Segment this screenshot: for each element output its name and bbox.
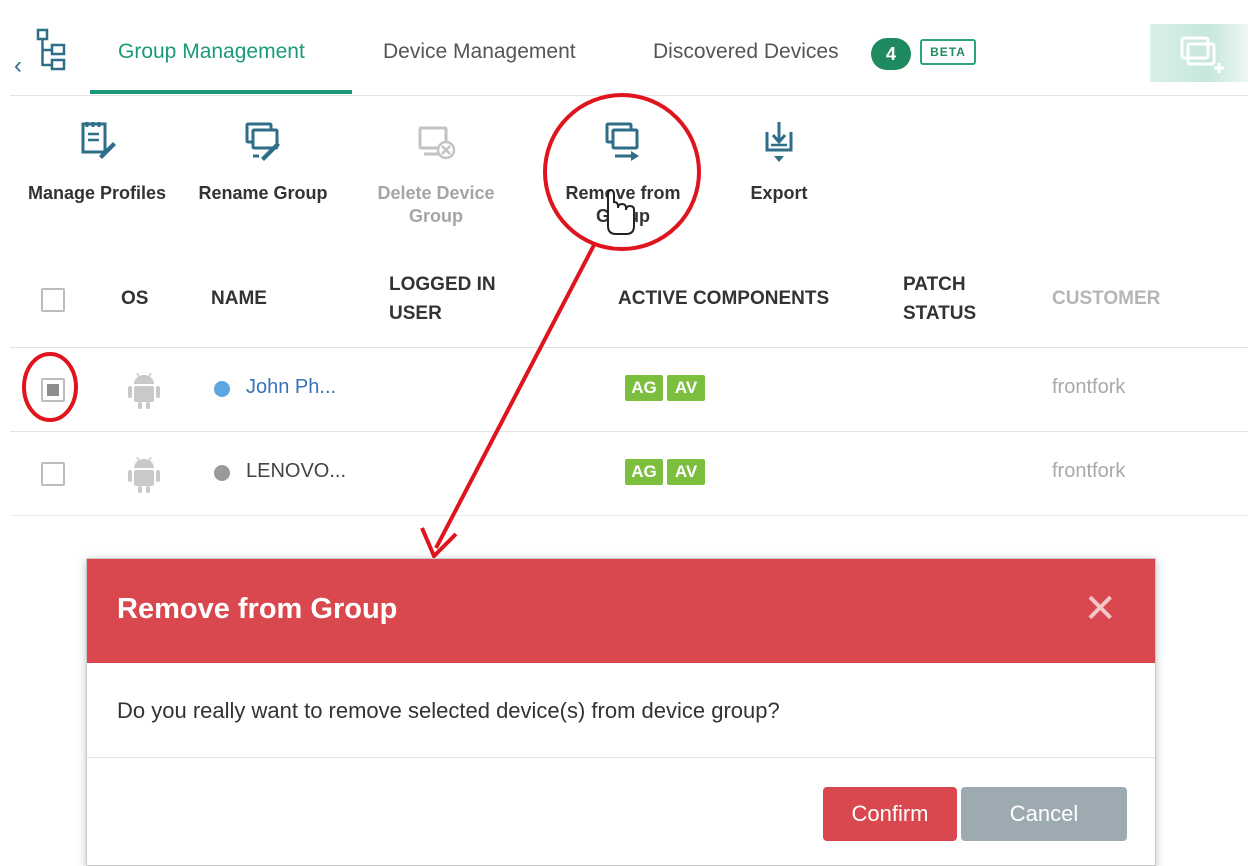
dialog-divider <box>87 757 1155 758</box>
row-checkbox[interactable] <box>41 462 65 486</box>
add-device-icon <box>1180 36 1224 73</box>
remove-from-group-label-line2: Group <box>596 206 650 226</box>
column-logged-in-user-line2: USER <box>389 303 442 324</box>
delete-group-icon <box>418 126 456 160</box>
discovered-count-badge: 4 <box>871 38 911 70</box>
rename-group-label: Rename Group <box>198 183 328 203</box>
add-device-button[interactable] <box>1150 24 1248 82</box>
tab-discovered-devices[interactable]: Discovered Devices <box>653 40 839 64</box>
column-os[interactable]: OS <box>121 284 148 313</box>
android-os-icon <box>128 456 160 493</box>
export-label: Export <box>750 183 808 203</box>
customer-value: frontfork <box>1052 460 1126 482</box>
device-name-link[interactable]: John Ph... <box>246 376 336 399</box>
status-dot-online <box>214 381 230 397</box>
export-icon <box>765 122 793 162</box>
column-logged-in-user[interactable]: LOGGED IN USER <box>389 270 496 328</box>
export-button[interactable]: Export <box>738 118 820 205</box>
column-patch-status-line2: STATUS <box>903 303 977 324</box>
screenshot-torn-edge <box>0 508 1248 548</box>
tab-bar: ‹ Group Management Device Management Dis… <box>10 10 1248 96</box>
row-checkbox[interactable] <box>41 378 65 402</box>
confirm-button[interactable]: Confirm <box>823 787 957 841</box>
delete-device-group-label-line2: Group <box>409 206 463 226</box>
customer-value: frontfork <box>1052 376 1126 398</box>
active-tab-indicator <box>90 90 352 94</box>
column-active-components[interactable]: ACTIVE COMPONENTS <box>618 284 829 313</box>
back-chevron-icon[interactable]: ‹ <box>14 52 22 80</box>
remove-from-group-label-line1: Remove from <box>565 183 681 203</box>
component-badge-av: AV <box>667 375 705 401</box>
column-name[interactable]: NAME <box>211 284 267 313</box>
device-name-link[interactable]: LENOVO... <box>246 460 346 483</box>
dialog-message: Do you really want to remove selected de… <box>117 698 780 723</box>
manage-profiles-label: Manage Profiles <box>27 183 167 203</box>
remove-from-group-icon <box>605 122 639 161</box>
table-header: OS NAME LOGGED IN USER ACTIVE COMPONENTS… <box>10 252 1248 348</box>
manage-profiles-button[interactable]: Manage Profiles <box>24 118 170 205</box>
component-badge-ag: AG <box>625 459 663 485</box>
close-icon[interactable]: ✕ <box>1083 589 1117 629</box>
table-row[interactable]: John Ph... AG AV frontfork <box>10 348 1248 432</box>
column-customer[interactable]: CUSTOMER <box>1052 284 1160 313</box>
delete-device-group-label-line1: Delete Device <box>377 183 495 203</box>
column-patch-status-line1: PATCH <box>903 274 966 295</box>
android-os-icon <box>128 372 160 409</box>
rename-group-icon <box>245 122 280 161</box>
dialog-title: Remove from Group <box>117 593 398 625</box>
delete-device-group-button[interactable]: Delete Device Group <box>368 118 504 228</box>
column-patch-status[interactable]: PATCH STATUS <box>903 270 976 328</box>
component-badge-ag: AG <box>625 375 663 401</box>
status-dot-offline <box>214 465 230 481</box>
cancel-button[interactable]: Cancel <box>961 787 1127 841</box>
column-logged-in-user-line1: LOGGED IN <box>389 274 496 295</box>
tab-group-management[interactable]: Group Management <box>118 40 305 64</box>
group-tree-icon[interactable] <box>34 28 68 72</box>
rename-group-button[interactable]: Rename Group <box>196 118 330 205</box>
dialog-header: Remove from Group ✕ <box>87 559 1155 663</box>
remove-from-group-button[interactable]: Remove from Group <box>554 118 692 228</box>
table-row[interactable]: LENOVO... AG AV frontfork <box>10 432 1248 516</box>
tab-device-management[interactable]: Device Management <box>383 40 576 64</box>
component-badge-av: AV <box>667 459 705 485</box>
select-all-checkbox[interactable] <box>41 288 65 312</box>
manage-profiles-icon <box>81 122 116 159</box>
remove-from-group-dialog: Remove from Group ✕ Do you really want t… <box>86 558 1156 866</box>
beta-badge: BETA <box>920 39 976 65</box>
